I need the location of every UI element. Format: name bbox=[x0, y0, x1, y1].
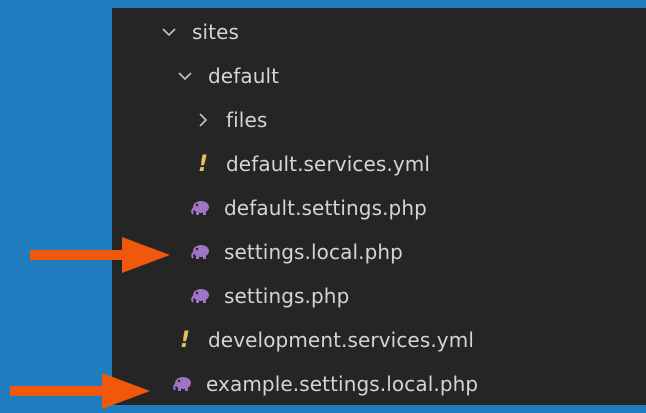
yaml-exclamation-icon: ! bbox=[197, 151, 209, 177]
yaml-exclamation-icon: ! bbox=[179, 327, 191, 353]
folder-sites[interactable]: sites bbox=[112, 10, 646, 54]
chevron-down-icon[interactable] bbox=[158, 21, 180, 43]
php-elephant-icon bbox=[190, 285, 212, 307]
folder-label: files bbox=[226, 108, 268, 132]
php-elephant-icon bbox=[190, 241, 212, 263]
file-label: settings.local.php bbox=[224, 240, 403, 264]
arrow-right-icon bbox=[10, 373, 150, 409]
file-label: default.services.yml bbox=[226, 152, 431, 176]
file-label: example.settings.local.php bbox=[206, 372, 479, 396]
file-label: development.services.yml bbox=[208, 328, 474, 352]
file-settings-local-php[interactable]: settings.local.php bbox=[112, 230, 646, 274]
file-example-settings-local-php[interactable]: example.settings.local.php bbox=[112, 362, 646, 405]
folder-files[interactable]: files bbox=[112, 98, 646, 142]
chevron-right-icon[interactable] bbox=[192, 109, 214, 131]
chevron-down-icon[interactable] bbox=[174, 65, 196, 87]
file-default-settings-php[interactable]: default.settings.php bbox=[112, 186, 646, 230]
arrow-right-icon bbox=[30, 237, 170, 273]
folder-default[interactable]: default bbox=[112, 54, 646, 98]
file-label: default.settings.php bbox=[224, 196, 427, 220]
file-label: settings.php bbox=[224, 284, 350, 308]
file-default-services-yml[interactable]: ! default.services.yml bbox=[112, 142, 646, 186]
file-explorer-panel: sites default files ! default.services.y… bbox=[112, 8, 646, 405]
php-elephant-icon bbox=[190, 197, 212, 219]
file-development-services-yml[interactable]: ! development.services.yml bbox=[112, 318, 646, 362]
php-elephant-icon bbox=[172, 373, 194, 395]
folder-label: default bbox=[208, 64, 280, 88]
folder-label: sites bbox=[192, 20, 240, 44]
file-settings-php[interactable]: settings.php bbox=[112, 274, 646, 318]
